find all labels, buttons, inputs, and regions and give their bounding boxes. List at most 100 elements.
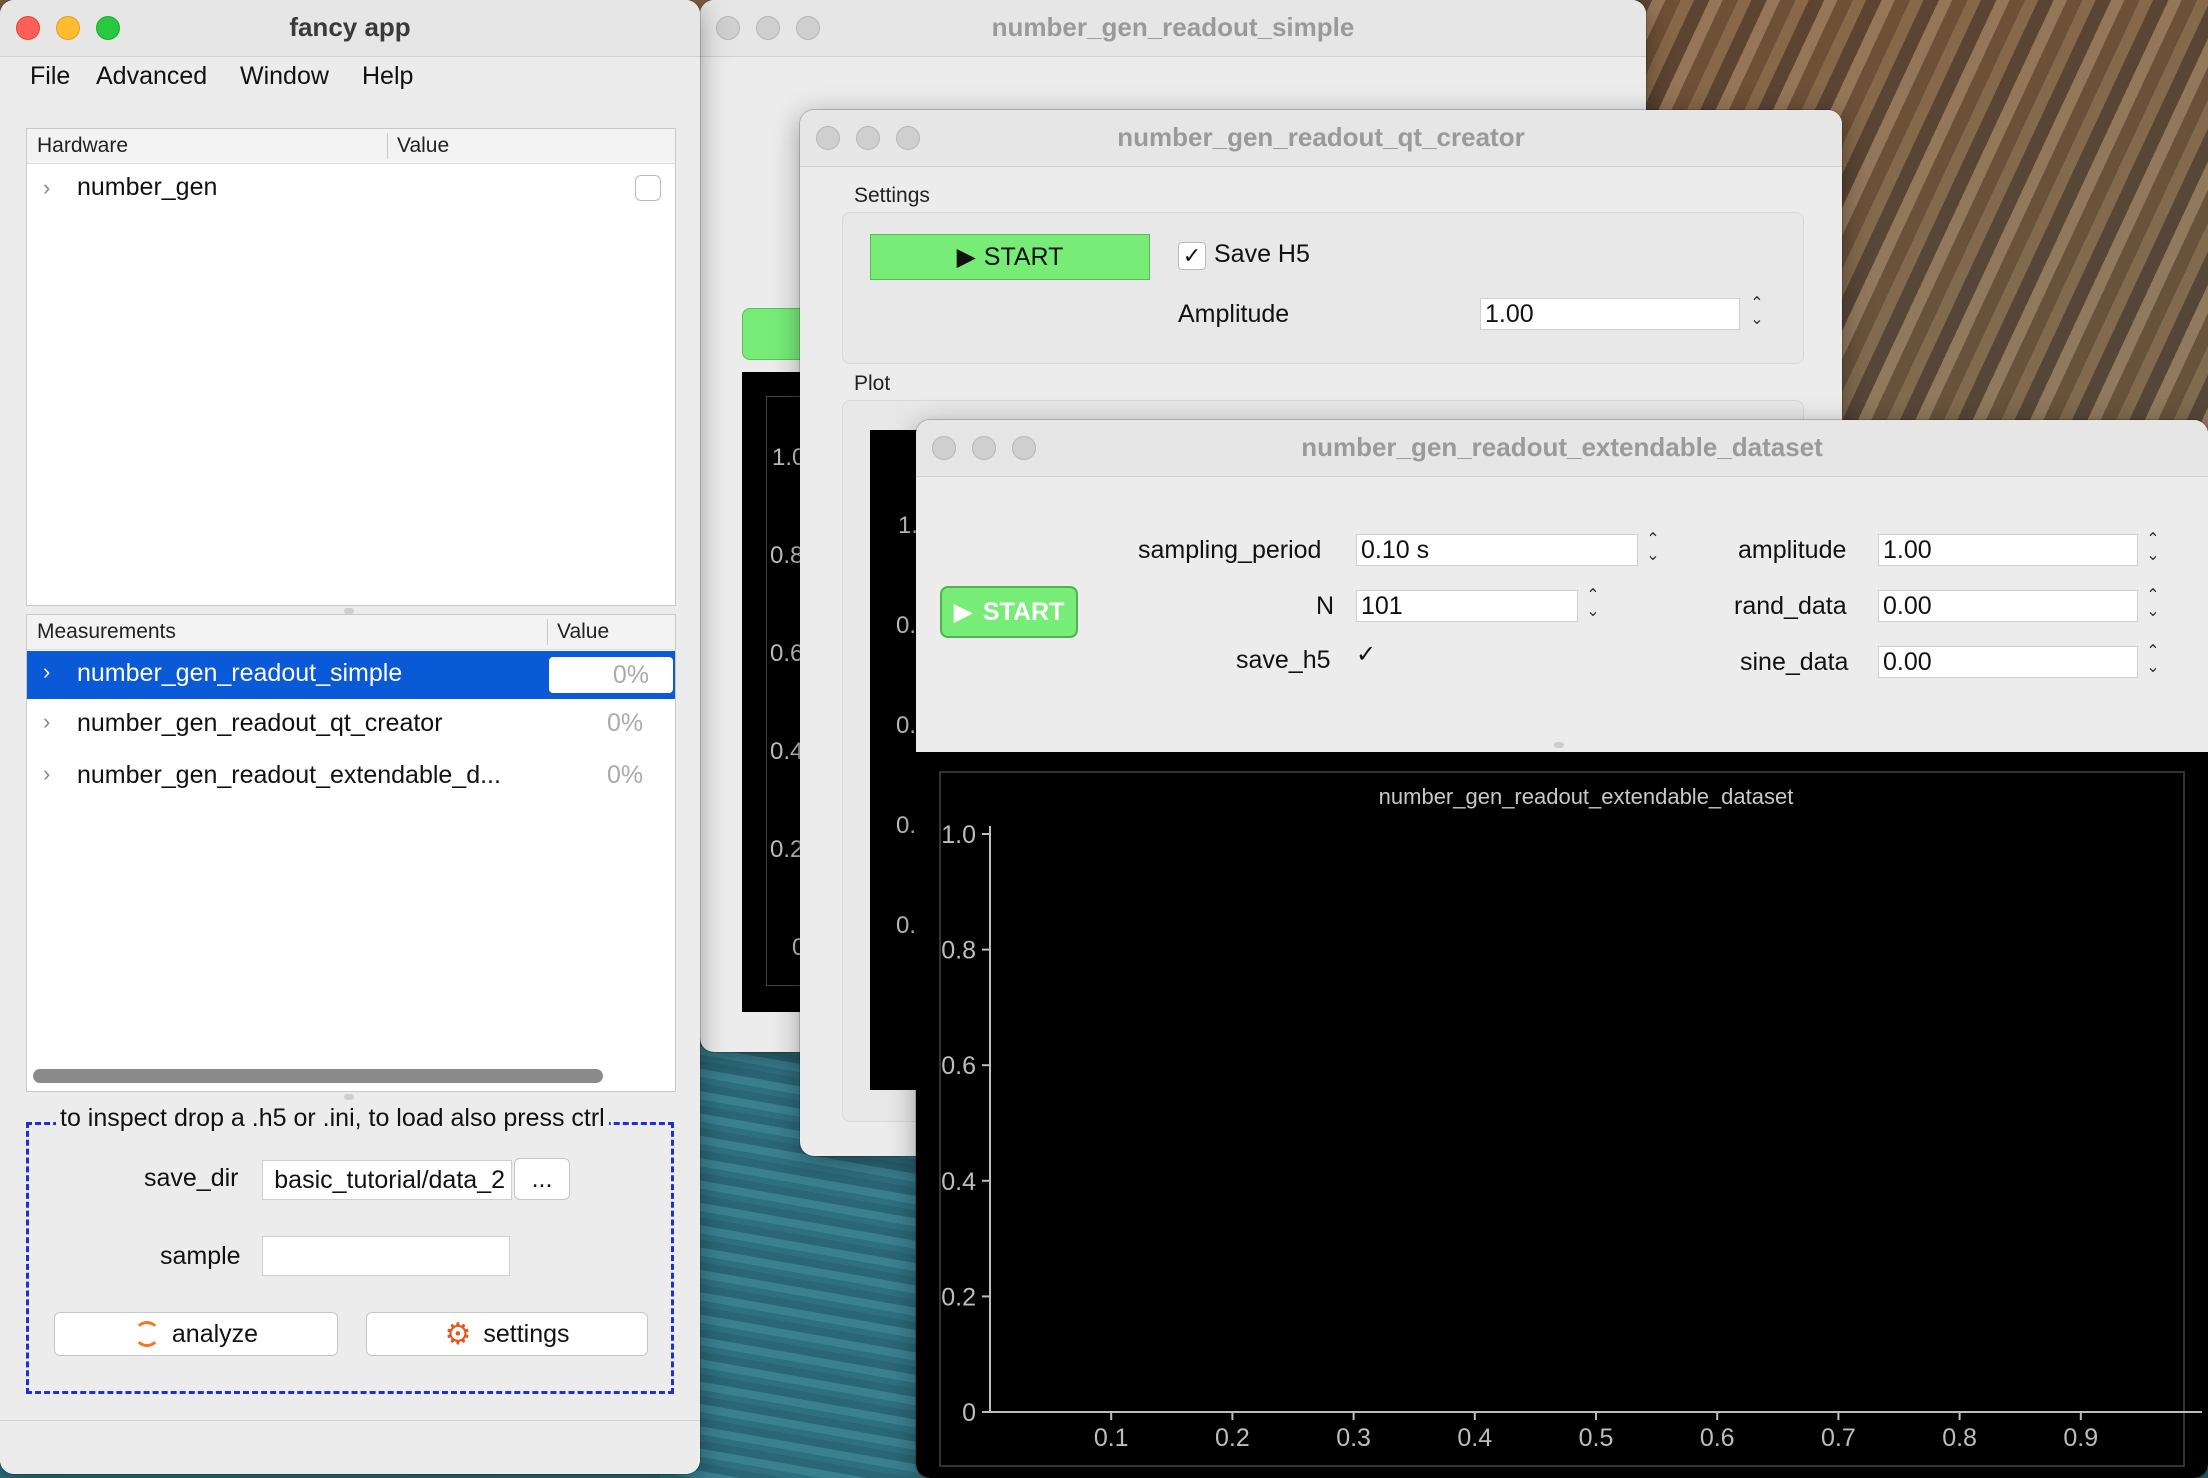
save-h5-checkbox[interactable]: ✓ — [1178, 242, 1206, 270]
column-divider — [387, 133, 388, 159]
menu-bar: File Advanced Window Help — [0, 58, 700, 98]
x-tick-label: 0.2 — [1215, 1424, 1250, 1452]
window-title: number_gen_readout_qt_creator — [1117, 122, 1525, 152]
sampling-period-stepper[interactable]: ⌃ ⌄ — [1642, 532, 1664, 568]
chevron-right-icon[interactable]: › — [43, 709, 50, 735]
measurements-tree[interactable]: Measurements Value › number_gen_readout_… — [26, 614, 676, 1092]
titlebar[interactable]: number_gen_readout_extendable_dataset — [916, 420, 2208, 477]
start-button[interactable]: ▶ START — [940, 586, 1078, 638]
save-h5-checkbox[interactable]: ✓ — [1356, 642, 1382, 668]
connect-checkbox[interactable] — [635, 175, 661, 201]
y-tick-label: 0.8 — [941, 937, 976, 965]
drop-hint: to inspect drop a .h5 or .ini, to load a… — [56, 1104, 609, 1133]
y-tick: 0. — [896, 912, 917, 939]
progress-bar: 0% — [549, 657, 673, 693]
chevron-right-icon[interactable]: › — [43, 761, 50, 787]
rand-data-stepper[interactable]: ⌃ ⌄ — [2142, 588, 2164, 624]
start-label: START — [983, 242, 1064, 271]
settings-label: settings — [483, 1319, 570, 1348]
sine-data-input[interactable]: 0.00 — [1878, 646, 2138, 678]
sine-data-stepper[interactable]: ⌃ ⌄ — [2142, 644, 2164, 680]
save-dir-input[interactable]: 2_basic_tutorial/data — [262, 1160, 512, 1200]
col-hardware[interactable]: Hardware — [37, 134, 128, 158]
col-value[interactable]: Value — [397, 134, 449, 158]
sample-input[interactable] — [262, 1236, 510, 1276]
titlebar[interactable]: number_gen_readout_simple — [700, 0, 1646, 57]
col-measurements[interactable]: Measurements — [37, 620, 176, 644]
analyze-label: analyze — [171, 1319, 259, 1348]
gear-icon: ⚙ — [444, 1317, 472, 1351]
tree-item-label: number_gen — [77, 173, 218, 201]
play-icon: ▶ — [956, 243, 976, 271]
y-tick-label: 1.0 — [941, 821, 976, 849]
plot-group-label: Plot — [854, 372, 891, 395]
y-tick: 0. — [896, 612, 917, 639]
menu-advanced[interactable]: Advanced — [96, 62, 207, 91]
titlebar[interactable]: number_gen_readout_qt_creator — [800, 110, 1842, 167]
tree-item-label: number_gen_readout_qt_creator — [77, 709, 443, 737]
sampling-period-label: sampling_period — [1138, 536, 1322, 564]
sine-data-label: sine_data — [1740, 648, 1849, 676]
x-tick-label: 0.3 — [1336, 1424, 1371, 1452]
x-tick-label: 0.1 — [1094, 1424, 1129, 1452]
chart-axes: 1.0 0.8 0.6 0.4 0.2 0 0.1 0.2 0.3 0.4 0.5 0.6 0.7 0.8… — [941, 821, 2202, 1452]
amplitude-stepper[interactable]: ⌃ ⌄ — [1746, 296, 1768, 332]
hardware-tree[interactable]: Hardware Value › number_gen — [26, 128, 676, 606]
save-h5-label: save_h5 — [1236, 646, 1331, 674]
y-tick: 0.6 — [770, 640, 804, 667]
play-icon: ▶ — [953, 598, 973, 626]
n-stepper[interactable]: ⌃ ⌄ — [1582, 588, 1604, 624]
amplitude-label: amplitude — [1738, 536, 1847, 564]
amplitude-input[interactable]: 1.00 — [1480, 298, 1740, 330]
titlebar[interactable]: fancy app — [0, 0, 700, 57]
rand-data-input[interactable]: 0.00 — [1878, 590, 2138, 622]
tree-item[interactable]: › number_gen_readout_extendable_d... 0% — [27, 753, 675, 801]
column-divider — [547, 619, 548, 645]
settings-button[interactable]: ⚙ settings — [366, 1312, 648, 1356]
n-input[interactable]: 101 — [1356, 590, 1578, 622]
progress-value: 0% — [607, 709, 644, 737]
extendable-plot-area: number_gen_readout_extendable_dataset 1.… — [916, 752, 2208, 1478]
amplitude-label: Amplitude — [1178, 300, 1290, 328]
col-value[interactable]: Value — [557, 620, 609, 644]
y-tick: 0. — [896, 812, 917, 839]
chart-title: number_gen_readout_extendable_dataset — [1379, 784, 1794, 809]
x-tick-label: 0.5 — [1579, 1424, 1614, 1452]
window-title: number_gen_readout_extendable_dataset — [1301, 432, 1823, 462]
splitter-handle[interactable] — [344, 1094, 354, 1100]
y-tick: 0.4 — [770, 738, 804, 765]
tree-item-label: number_gen_readout_extendable_d... — [77, 761, 501, 789]
amplitude-input[interactable]: 1.00 — [1878, 534, 2138, 566]
chevron-right-icon[interactable]: › — [43, 175, 50, 201]
menu-window[interactable]: Window — [240, 62, 329, 91]
splitter-handle[interactable] — [1554, 742, 1564, 748]
menu-help[interactable]: Help — [362, 62, 413, 91]
analyze-button[interactable]: analyze — [54, 1312, 338, 1356]
y-tick: 1. — [898, 512, 919, 539]
start-button[interactable]: ▶ START — [870, 234, 1150, 280]
chart-svg: number_gen_readout_extendable_dataset 1.… — [939, 771, 2202, 1467]
y-tick: 0.2 — [770, 836, 804, 863]
tree-item-selected[interactable]: › number_gen_readout_simple 0% — [27, 651, 675, 699]
progress-value: 0% — [607, 761, 644, 789]
window-title: number_gen_readout_simple — [991, 12, 1355, 42]
hardware-tree-header: Hardware Value — [27, 129, 675, 164]
amplitude-stepper[interactable]: ⌃ ⌄ — [2142, 532, 2164, 568]
y-tick-label: 0.2 — [941, 1283, 976, 1311]
chevron-right-icon[interactable]: › — [43, 659, 50, 685]
horizontal-scrollbar[interactable] — [33, 1069, 603, 1083]
jupyter-icon — [133, 1321, 160, 1347]
plot-frame — [939, 771, 2185, 1467]
n-label: N — [1316, 592, 1335, 620]
window-readout-extendable[interactable]: number_gen_readout_extendable_dataset ▶ … — [916, 420, 2208, 1478]
sampling-period-input[interactable]: 0.10 s — [1356, 534, 1638, 566]
browse-button[interactable]: ... — [514, 1158, 570, 1200]
tree-item[interactable]: › number_gen_readout_qt_creator 0% — [27, 701, 675, 749]
x-tick-label: 0.9 — [2063, 1424, 2098, 1452]
x-tick-label: 0.6 — [1700, 1424, 1735, 1452]
menu-file[interactable]: File — [30, 62, 70, 91]
y-tick-label: 0 — [962, 1399, 976, 1427]
window-fancy-app[interactable]: fancy app File Advanced Window Help Hard… — [0, 0, 700, 1474]
tree-item[interactable]: › number_gen — [27, 169, 675, 209]
save-dir-label: save_dir — [144, 1164, 239, 1192]
